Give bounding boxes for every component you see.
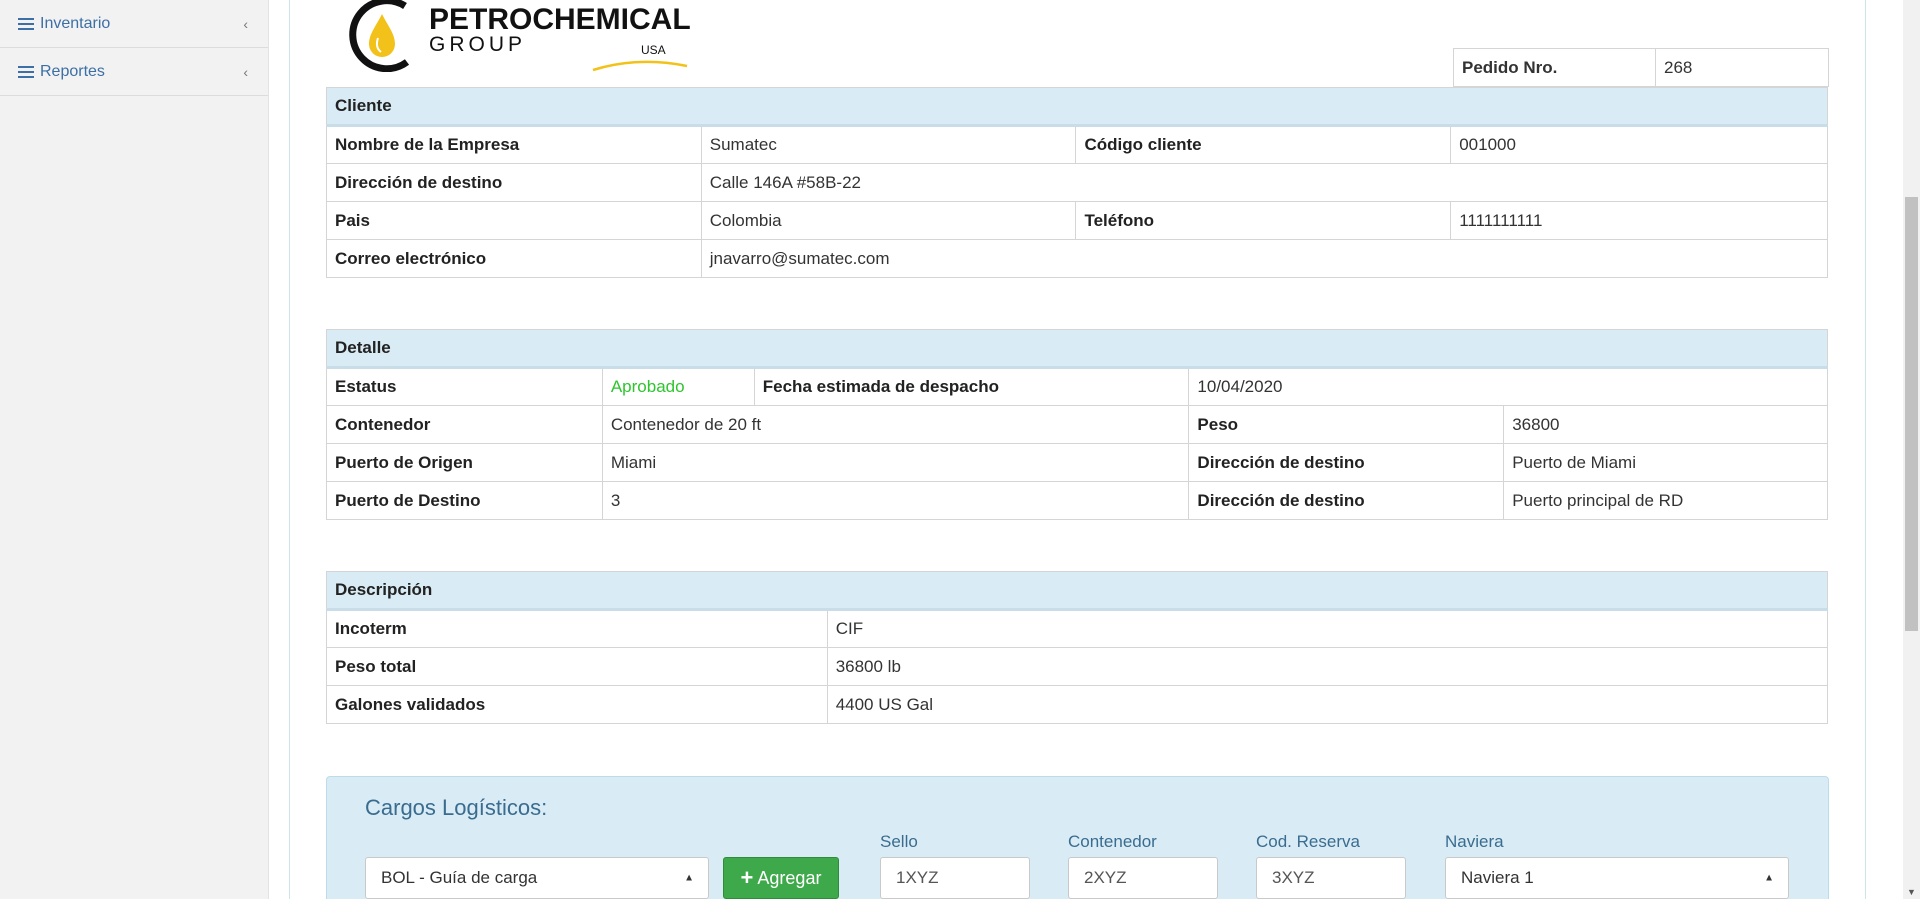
cliente-section-title: Cliente: [326, 87, 1828, 127]
sidebar-item-label: Reportes: [40, 62, 105, 80]
descripcion-table: Descripción Incoterm CIF Peso total 3680…: [326, 571, 1829, 724]
status-badge: Aprobado: [601, 367, 755, 406]
pedido-label: Pedido Nro.: [1453, 48, 1656, 87]
sello-label: Sello: [880, 832, 918, 851]
telefono-value: 1111111111: [1450, 201, 1828, 240]
contenedor-input[interactable]: 2XYZ: [1068, 857, 1218, 899]
incoterm-value: CIF: [826, 609, 1829, 648]
peso-total-value: 36800 lb: [826, 647, 1829, 686]
detalle-section-title: Detalle: [326, 329, 1828, 369]
list-icon: [18, 17, 34, 30]
chevron-left-icon: ‹: [243, 63, 248, 80]
scrollbar-thumb[interactable]: [1905, 197, 1918, 631]
dir-destino-value: Puerto principal de RD: [1503, 481, 1828, 520]
pais-label: Pais: [326, 201, 702, 240]
sidebar: Inventario ‹ Reportes ‹: [0, 0, 269, 899]
add-cargo-label: Agregar: [757, 867, 822, 888]
logo-group: GROUP: [429, 33, 527, 56]
reserva-label: Cod. Reserva: [1256, 832, 1360, 851]
peso-value: 36800: [1503, 405, 1828, 444]
empresa-label: Nombre de la Empresa: [326, 125, 702, 164]
naviera-label: Naviera: [1445, 832, 1504, 851]
cargo-type-select[interactable]: BOL - Guía de carga ▲: [365, 857, 709, 899]
dir-origen-label: Dirección de destino: [1188, 443, 1505, 482]
oil-drop-logo-icon: [349, 0, 410, 72]
naviera-value: Naviera 1: [1461, 868, 1534, 887]
telefono-label: Teléfono: [1075, 201, 1452, 240]
contenedor-label: Contenedor: [326, 405, 603, 444]
logo-swoosh-icon: [592, 60, 688, 72]
caret-up-icon: ▲: [684, 872, 694, 884]
list-icon: [18, 65, 34, 78]
detalle-table: Detalle Estatus Aprobado Fecha estimada …: [326, 329, 1828, 520]
contenedor-value: Contenedor de 20 ft: [601, 405, 1190, 444]
reserva-input[interactable]: 3XYZ: [1256, 857, 1406, 899]
estatus-label: Estatus: [326, 367, 603, 406]
correo-value: jnavarro@sumatec.com: [700, 239, 1829, 278]
descripcion-section-title: Descripción: [326, 571, 1828, 611]
sidebar-item-reportes[interactable]: Reportes ‹: [0, 48, 268, 96]
fecha-value: 10/04/2020: [1188, 367, 1828, 406]
codigo-value: 001000: [1450, 125, 1828, 164]
pedido-table: Pedido Nro. 268: [1453, 48, 1829, 87]
cargos-panel: Cargos Logísticos: BOL - Guía de carga ▲…: [326, 776, 1829, 899]
galones-label: Galones validados: [326, 685, 828, 724]
page-scrollbar[interactable]: ▼: [1903, 0, 1920, 899]
sidebar-item-inventario[interactable]: Inventario ‹: [0, 0, 268, 48]
codigo-label: Código cliente: [1075, 125, 1452, 164]
fecha-label: Fecha estimada de despacho: [753, 367, 1190, 406]
direccion-value: Calle 146A #58B-22: [700, 163, 1829, 202]
contenedor-field-label: Contenedor: [1068, 832, 1157, 851]
incoterm-label: Incoterm: [326, 609, 828, 648]
correo-label: Correo electrónico: [326, 239, 702, 278]
sello-input[interactable]: 1XYZ: [880, 857, 1030, 899]
destino-value: 3: [601, 481, 1190, 520]
chevron-left-icon: ‹: [243, 15, 248, 32]
peso-total-label: Peso total: [326, 647, 828, 686]
peso-label: Peso: [1188, 405, 1505, 444]
pedido-value: 268: [1655, 48, 1829, 87]
origen-value: Miami: [601, 443, 1190, 482]
plus-icon: +: [740, 865, 754, 890]
empresa-value: Sumatec: [700, 125, 1077, 164]
dir-origen-value: Puerto de Miami: [1503, 443, 1828, 482]
pais-value: Colombia: [700, 201, 1077, 240]
galones-value: 4400 US Gal: [826, 685, 1829, 724]
add-cargo-button[interactable]: + Agregar: [723, 857, 839, 899]
destino-label: Puerto de Destino: [326, 481, 603, 520]
caret-up-icon: ▲: [1764, 872, 1774, 884]
logo-title: PETROCHEMICAL: [429, 3, 691, 36]
cargos-title: Cargos Logísticos:: [365, 795, 548, 820]
origen-label: Puerto de Origen: [326, 443, 603, 482]
company-logo: PETROCHEMICAL GROUP USA: [345, 0, 691, 72]
sidebar-item-label: Inventario: [40, 14, 111, 32]
direccion-label: Dirección de destino: [326, 163, 702, 202]
naviera-select[interactable]: Naviera 1 ▲: [1445, 857, 1789, 899]
scroll-down-arrow-icon[interactable]: ▼: [1907, 887, 1916, 897]
cargo-type-value: BOL - Guía de carga: [381, 868, 538, 887]
dir-destino-label: Dirección de destino: [1188, 481, 1505, 520]
cliente-table: Cliente Nombre de la Empresa Sumatec Cód…: [326, 87, 1829, 278]
